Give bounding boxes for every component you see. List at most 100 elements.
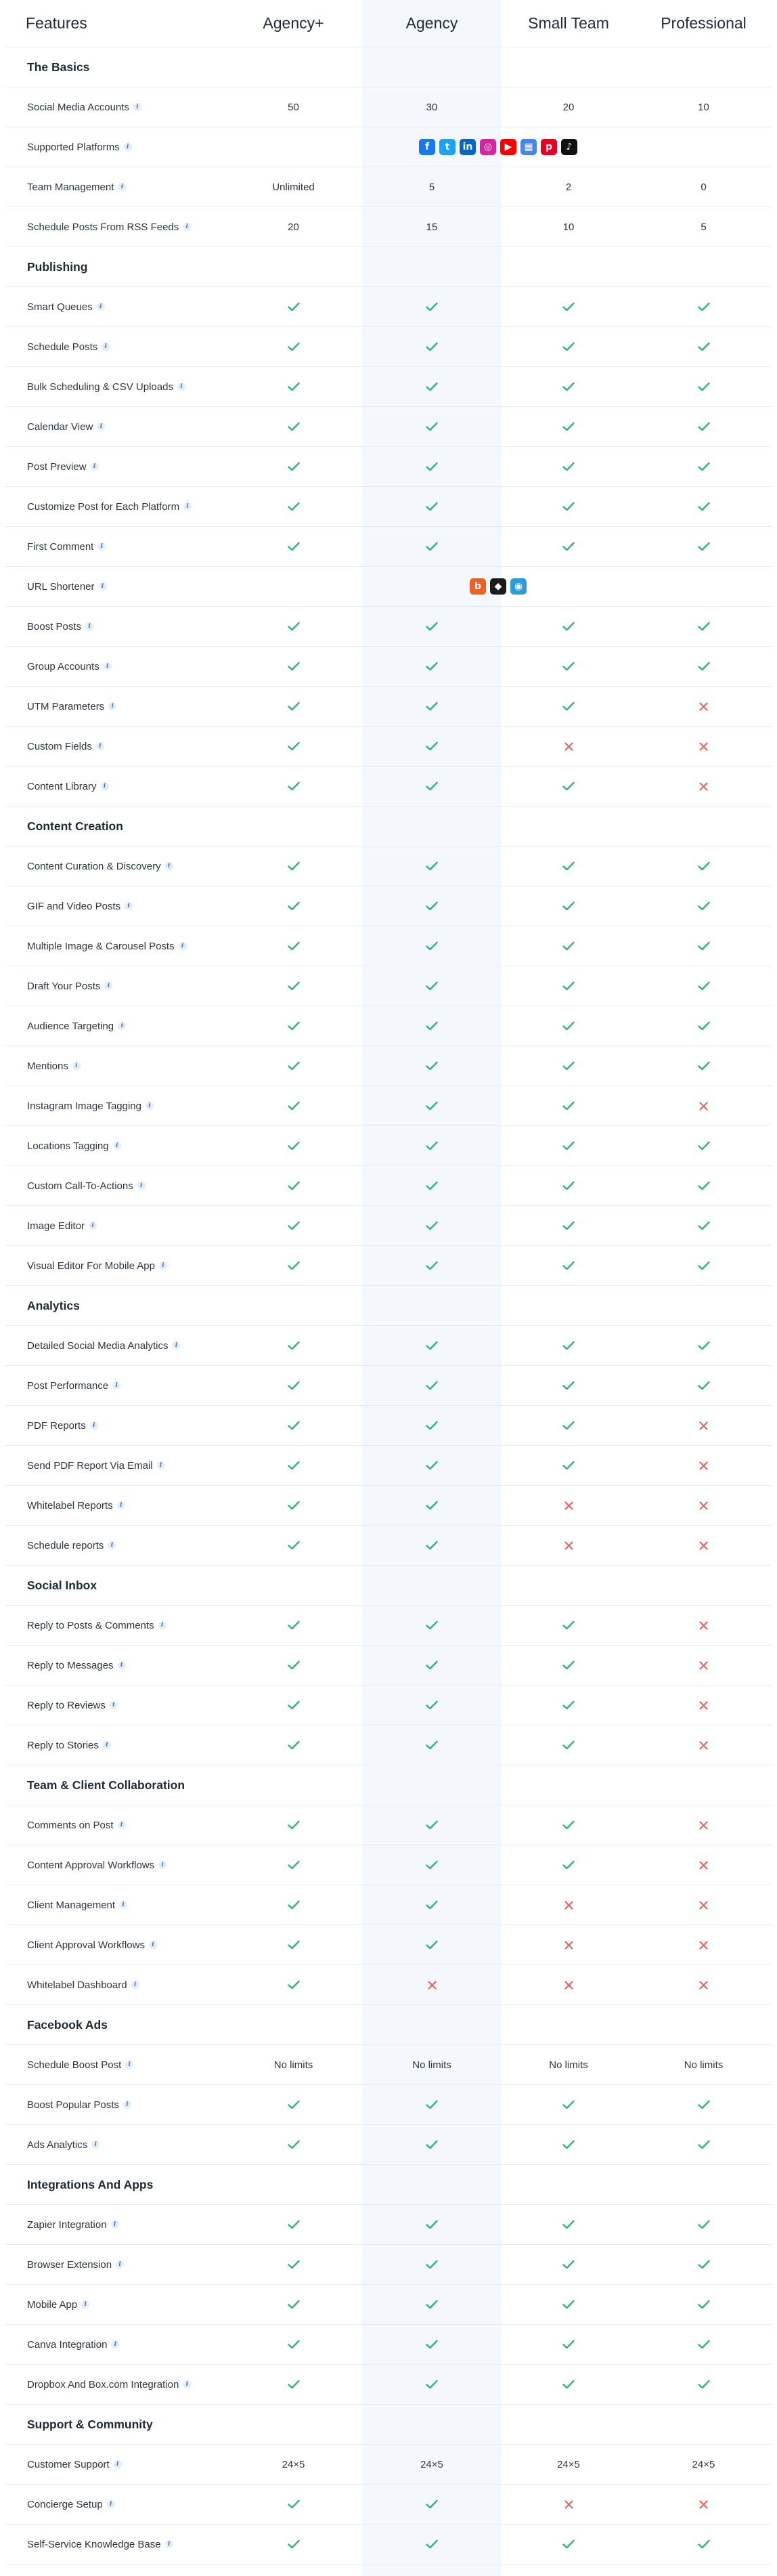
feature-row-group-accounts: Group Accounts i — [5, 647, 772, 687]
check-icon — [502, 1461, 636, 1470]
check-icon — [636, 1181, 772, 1190]
info-icon[interactable]: i — [123, 2101, 131, 2109]
info-icon[interactable]: i — [172, 1341, 181, 1350]
feature-name: Group Accounts i — [5, 661, 225, 672]
info-icon[interactable]: i — [104, 982, 113, 990]
info-icon[interactable]: i — [90, 463, 99, 471]
info-icon[interactable]: i — [119, 1901, 128, 1909]
check-icon — [362, 462, 502, 471]
feature-name: UTM Parameters i — [5, 701, 225, 712]
info-icon[interactable]: i — [164, 862, 173, 870]
info-icon[interactable]: i — [112, 1381, 121, 1390]
info-icon[interactable]: i — [156, 1461, 165, 1469]
feature-label: Schedule Boost Post — [27, 2059, 122, 2071]
check-icon — [362, 302, 502, 312]
info-icon[interactable]: i — [102, 343, 110, 351]
info-icon[interactable]: i — [146, 1102, 154, 1110]
info-icon[interactable]: i — [81, 2300, 90, 2309]
feature-row-detailed-social-media-analytics: Detailed Social Media Analytics i — [5, 1326, 772, 1366]
info-icon[interactable]: i — [111, 2340, 120, 2348]
info-icon[interactable]: i — [103, 662, 112, 670]
check-icon — [636, 2260, 772, 2269]
info-icon[interactable]: i — [183, 223, 192, 231]
check-icon — [636, 1021, 772, 1031]
feature-row-instagram-image-tagging: Instagram Image Tagging i — [5, 1086, 772, 1126]
check-icon — [362, 1501, 502, 1510]
check-icon — [502, 1820, 636, 1830]
info-icon[interactable]: i — [118, 183, 127, 191]
info-icon[interactable]: i — [91, 2141, 100, 2149]
feature-label: Boost Popular Posts — [27, 2099, 119, 2111]
check-icon — [636, 1221, 772, 1230]
feature-label: Image Editor — [27, 1220, 85, 1232]
info-icon[interactable]: i — [159, 1262, 167, 1270]
info-icon[interactable]: i — [177, 383, 185, 391]
info-icon[interactable]: i — [89, 1421, 98, 1430]
info-icon[interactable]: i — [89, 1222, 97, 1230]
info-icon[interactable]: i — [106, 2500, 115, 2508]
feature-row-ads-analytics: Ads Analytics i — [5, 2125, 772, 2165]
cross-icon — [636, 742, 772, 751]
feature-name: Supported Platforms i — [5, 142, 225, 153]
check-icon — [502, 2220, 636, 2229]
info-icon[interactable]: i — [178, 942, 187, 950]
info-icon[interactable]: i — [112, 1142, 121, 1150]
info-icon[interactable]: i — [125, 2061, 134, 2069]
info-icon[interactable]: i — [72, 1062, 81, 1070]
info-icon[interactable]: i — [133, 103, 141, 111]
info-icon[interactable]: i — [118, 1022, 127, 1030]
cross-icon — [636, 1940, 772, 1950]
info-icon[interactable]: i — [96, 303, 105, 311]
info-icon[interactable]: i — [100, 782, 109, 790]
info-icon[interactable]: i — [97, 542, 106, 551]
info-icon[interactable]: i — [116, 1501, 125, 1509]
feature-label: Browser Extension — [27, 2258, 112, 2271]
check-icon — [502, 2140, 636, 2149]
info-icon[interactable]: i — [97, 423, 106, 431]
info-icon[interactable]: i — [98, 582, 107, 591]
info-icon[interactable]: i — [117, 1661, 126, 1669]
check-icon — [225, 1980, 362, 1990]
feature-row-pdf-reports: PDF Reports i — [5, 1406, 772, 1446]
check-icon — [636, 981, 772, 991]
check-icon — [362, 2100, 502, 2109]
check-icon — [636, 502, 772, 511]
feature-label: Zapier Integration — [27, 2218, 107, 2231]
info-icon[interactable]: i — [164, 2540, 173, 2548]
check-icon — [225, 1261, 362, 1270]
check-icon — [636, 2380, 772, 2389]
info-icon[interactable]: i — [108, 702, 117, 710]
info-icon[interactable]: i — [109, 1701, 118, 1709]
info-icon[interactable]: i — [108, 1541, 116, 1549]
info-icon[interactable]: i — [125, 902, 133, 910]
check-icon — [362, 901, 502, 911]
check-icon — [362, 2300, 502, 2309]
check-icon — [636, 302, 772, 312]
info-icon[interactable]: i — [183, 502, 192, 511]
feature-name: Instagram Image Tagging i — [5, 1100, 225, 1112]
info-icon[interactable]: i — [148, 1941, 157, 1949]
feature-row-browser-extension: Browser Extension i — [5, 2245, 772, 2285]
info-icon[interactable]: i — [113, 2460, 122, 2468]
info-icon[interactable]: i — [85, 622, 94, 630]
info-icon[interactable]: i — [102, 1741, 111, 1749]
info-icon[interactable]: i — [110, 2220, 119, 2229]
info-icon[interactable]: i — [137, 1182, 146, 1190]
info-icon[interactable]: i — [183, 2380, 192, 2388]
feature-name: Reply to Stories i — [5, 1740, 225, 1751]
info-icon[interactable]: i — [158, 1621, 166, 1629]
info-icon[interactable]: i — [158, 1861, 167, 1869]
info-icon[interactable]: i — [131, 1981, 139, 1989]
feature-row-bulk-scheduling-and-csv-uploads: Bulk Scheduling & CSV Uploads i — [5, 367, 772, 407]
check-icon — [502, 542, 636, 551]
feature-row-multiple-image-and-carousel-posts: Multiple Image & Carousel Posts i — [5, 926, 772, 966]
value-small-team: 20 — [562, 101, 575, 113]
check-icon — [362, 981, 502, 991]
info-icon[interactable]: i — [95, 742, 104, 750]
check-icon — [502, 1181, 636, 1190]
check-icon — [225, 1620, 362, 1630]
info-icon[interactable]: i — [116, 2260, 125, 2269]
info-icon[interactable]: i — [123, 143, 132, 151]
info-icon[interactable]: i — [117, 1821, 126, 1829]
feature-label: Supported Platforms — [27, 141, 120, 153]
